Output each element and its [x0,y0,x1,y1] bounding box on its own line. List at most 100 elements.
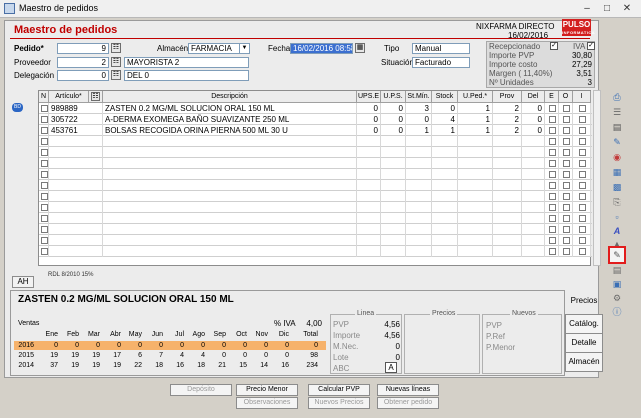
cell-ups[interactable] [381,158,406,169]
cell-del[interactable] [522,191,545,202]
cell-ups[interactable]: 0 [381,114,406,125]
cell-uped[interactable] [458,158,493,169]
table-row[interactable] [39,246,592,257]
row-checkbox[interactable] [548,226,556,233]
cell-stock[interactable] [432,213,458,224]
cell-stock[interactable] [432,180,458,191]
table-row[interactable] [39,147,592,158]
col-header-stock[interactable]: Stock [432,91,458,103]
cell-upse[interactable]: 0 [357,114,381,125]
table-row[interactable]: 305722 A-DERMA EXOMEGA BAÑO SUAVIZANTE 25… [39,114,592,125]
grid-scrollbar[interactable] [593,90,601,266]
col-header-e[interactable]: E [545,91,559,103]
cell-descripcion[interactable] [103,235,357,246]
cell-uped[interactable] [458,235,493,246]
delegacion-lookup-icon[interactable]: ☷ [111,70,121,80]
pedido-lookup-icon[interactable]: ☷ [111,43,121,53]
table-row[interactable] [39,158,592,169]
cell-descripcion[interactable]: ZASTEN 0.2 MG/ML SOLUCION ORAL 150 ML [103,103,357,114]
ah-button[interactable]: AH [12,276,34,288]
cell-upse[interactable] [357,136,381,147]
col-header-articulo[interactable]: Artículo* [49,91,89,103]
row-checkbox[interactable] [562,215,570,222]
col-header-prov[interactable]: Prov [493,91,522,103]
note-icon[interactable]: ▤ [610,264,624,276]
cell-prov[interactable]: 2 [493,103,522,114]
cell-prov[interactable] [493,246,522,257]
cell-articulo[interactable] [49,246,103,257]
cell-stock[interactable] [432,147,458,158]
cell-stock[interactable] [432,169,458,180]
cell-stock[interactable] [432,246,458,257]
cell-articulo[interactable] [49,202,103,213]
cell-ups[interactable] [381,136,406,147]
proveedor-field[interactable]: 2 [57,57,109,68]
cell-del[interactable] [522,136,545,147]
recepcionado-checkbox[interactable]: ✓ [550,42,558,50]
table-icon[interactable]: ▦ [610,166,624,178]
calcular-pvp-button[interactable]: Calcular PVP [308,384,370,396]
table-row[interactable]: 989889 ZASTEN 0.2 MG/ML SOLUCION ORAL 150… [39,103,592,114]
chevron-down-icon[interactable]: ▼ [239,44,249,53]
cell-upse[interactable] [357,235,381,246]
tab-catalogo[interactable]: Catálog. [565,314,603,334]
row-checkbox[interactable] [562,149,570,156]
cell-uped[interactable] [458,136,493,147]
cell-ups[interactable] [381,246,406,257]
cell-ups[interactable] [381,213,406,224]
row-checkbox[interactable] [40,127,48,134]
cell-stock[interactable]: 4 [432,114,458,125]
cell-upse[interactable] [357,191,381,202]
deposito-button[interactable]: Depósito [170,384,232,396]
cell-ups[interactable] [381,235,406,246]
maximize-icon[interactable]: □ [597,1,617,16]
cell-articulo[interactable]: 989889 [49,103,103,114]
row-checkbox[interactable] [578,237,586,244]
cell-stmin[interactable] [406,180,432,191]
cell-uped[interactable] [458,169,493,180]
cell-stock[interactable] [432,202,458,213]
cell-uped[interactable] [458,224,493,235]
row-checkbox[interactable] [578,149,586,156]
cell-descripcion[interactable] [103,180,357,191]
cell-articulo[interactable] [49,147,103,158]
abc-value[interactable]: A [385,362,397,373]
col-header-uped[interactable]: U.Ped.* [458,91,493,103]
cell-stmin[interactable] [406,147,432,158]
cell-articulo[interactable] [49,235,103,246]
cell-del[interactable] [522,147,545,158]
document-icon[interactable]: ▤ [610,121,624,133]
cell-prov[interactable]: 2 [493,125,522,136]
cell-prov[interactable] [493,147,522,158]
delegacion-field[interactable]: 0 [57,70,109,81]
col-header-del[interactable]: Del [522,91,545,103]
cell-descripcion[interactable]: A-DERMA EXOMEGA BAÑO SUAVIZANTE 250 ML [103,114,357,125]
cell-prov[interactable] [493,136,522,147]
calendar-icon[interactable]: ▦ [355,43,365,53]
cell-uped[interactable] [458,147,493,158]
row-checkbox[interactable] [548,127,556,134]
cell-ups[interactable] [381,191,406,202]
row-checkbox[interactable] [578,215,586,222]
row-checkbox[interactable] [562,226,570,233]
row-checkbox[interactable] [578,204,586,211]
row-checkbox[interactable] [548,193,556,200]
row-checkbox[interactable] [40,204,48,211]
col-header-ups[interactable]: U.P.S. [381,91,406,103]
cell-descripcion[interactable] [103,224,357,235]
cell-uped[interactable] [458,180,493,191]
cell-upse[interactable] [357,202,381,213]
row-checkbox[interactable] [578,182,586,189]
col-header-stmin[interactable]: St.Mín. [406,91,432,103]
row-checkbox[interactable] [578,105,586,112]
table-row[interactable] [39,169,592,180]
cell-descripcion[interactable] [103,169,357,180]
row-checkbox[interactable] [562,193,570,200]
row-checkbox[interactable] [578,226,586,233]
tab-detalle[interactable]: Detalle [565,333,603,353]
cell-ups[interactable] [381,180,406,191]
row-checkbox[interactable] [562,248,570,255]
row-checkbox[interactable] [40,182,48,189]
cell-prov[interactable]: 2 [493,114,522,125]
row-checkbox[interactable] [548,215,556,222]
